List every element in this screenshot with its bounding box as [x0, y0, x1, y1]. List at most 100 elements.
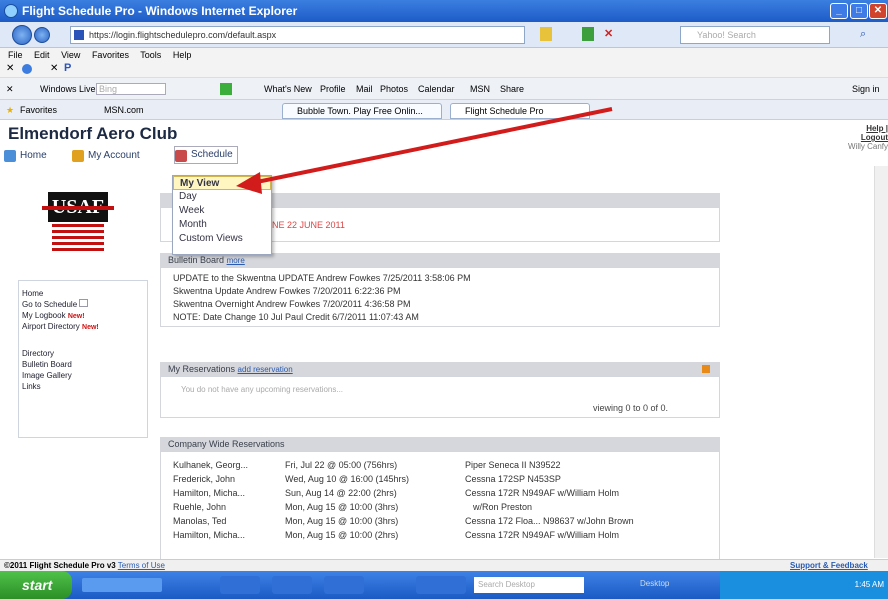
- msn-favorite-link[interactable]: MSN.com: [104, 100, 144, 120]
- maximize-button[interactable]: □: [850, 3, 868, 19]
- res-aircraft: Cessna 172R N949AF w/William Holm: [465, 488, 620, 498]
- reservations-title: My Reservations: [168, 364, 236, 374]
- res-aircraft: Piper Seneca II N39522: [465, 460, 561, 470]
- photos-link[interactable]: Photos: [380, 78, 408, 100]
- reservations-panel: You do not have any upcoming reservation…: [160, 376, 720, 418]
- menu-month[interactable]: Month: [173, 218, 271, 232]
- star-icon: ★: [6, 105, 15, 115]
- mail-link[interactable]: Mail: [356, 78, 373, 100]
- calendar-icon: [175, 150, 187, 162]
- calendar-link[interactable]: Calendar: [418, 78, 455, 100]
- close-icon[interactable]: ✕: [6, 78, 14, 100]
- sidebar-item-directory[interactable]: Directory: [22, 348, 147, 359]
- club-name: Elmendorf Aero Club: [8, 124, 178, 143]
- res-aircraft: Cessna 172 Floa... N98637 w/John Brown: [465, 516, 634, 526]
- clock: 1:45 AM: [854, 580, 884, 589]
- address-toolbar: https://login.flightschedulepro.com/defa…: [0, 22, 888, 48]
- sign-in-link[interactable]: Sign in: [852, 78, 880, 100]
- nav-my-account[interactable]: My Account: [72, 146, 140, 166]
- close-icon[interactable]: ✕: [6, 63, 14, 74]
- sidebar-item-airport-directory[interactable]: Airport Directory New!: [22, 321, 147, 332]
- res-when: Sun, Aug 14 @ 22:00 (2hrs): [285, 488, 397, 498]
- search-input[interactable]: Yahoo! Search: [680, 26, 830, 44]
- sidebar-item-home[interactable]: Home: [22, 288, 147, 299]
- desktop-toolbar[interactable]: Desktop: [640, 579, 669, 588]
- menu-day[interactable]: Day: [173, 190, 271, 204]
- bing-icon[interactable]: P: [64, 62, 71, 74]
- search-go-icon[interactable]: [220, 83, 232, 95]
- whats-new-link[interactable]: What's New: [264, 78, 312, 100]
- calendar-icon: [79, 299, 89, 307]
- stop-icon[interactable]: ✕: [604, 27, 616, 41]
- menu-file[interactable]: File: [8, 50, 23, 60]
- company-header: Company Wide Reservations: [160, 437, 720, 451]
- menu-custom-views[interactable]: Custom Views: [173, 232, 271, 246]
- system-tray: 1:45 AM: [720, 571, 888, 599]
- sidebar-item-bulletin[interactable]: Bulletin Board: [22, 359, 147, 370]
- menu-bar: File Edit View Favorites Tools Help: [0, 48, 888, 62]
- sidebar-item-airport-label: Airport Directory: [22, 322, 80, 331]
- bulletin-post[interactable]: Skwentna Update Andrew Fowkes 7/20/2011 …: [161, 285, 719, 298]
- add-reservation-link[interactable]: add reservation: [238, 365, 293, 374]
- sidebar-item-gallery[interactable]: Image Gallery: [22, 370, 147, 381]
- menu-help[interactable]: Help: [173, 50, 192, 60]
- bulletin-post[interactable]: NOTE: Date Change 10 Jul Paul Credit 6/7…: [161, 311, 719, 324]
- tab-bubble-town[interactable]: Bubble Town. Play Free Onlin...: [282, 103, 442, 119]
- bulletin-more-link[interactable]: more: [227, 256, 245, 265]
- close-button[interactable]: ✕: [869, 3, 887, 19]
- forward-button[interactable]: [34, 27, 50, 43]
- profile-link[interactable]: Profile: [320, 78, 346, 100]
- help-logout[interactable]: Help | Logout: [838, 124, 888, 142]
- favorites-button[interactable]: Favorites: [20, 100, 57, 120]
- footer: ©2011 Flight Schedule Pro v3 Terms of Us…: [0, 559, 888, 571]
- taskbar-button[interactable]: [220, 576, 260, 594]
- quick-launch[interactable]: [82, 578, 162, 592]
- sidebar-item-links[interactable]: Links: [22, 381, 147, 392]
- menu-my-view[interactable]: My View: [173, 176, 271, 190]
- taskbar-button[interactable]: [272, 576, 312, 594]
- refresh-icon[interactable]: [582, 27, 594, 41]
- desktop-search-input[interactable]: Search Desktop: [474, 577, 584, 593]
- taskbar-button[interactable]: [324, 576, 364, 594]
- search-placeholder: Yahoo! Search: [697, 30, 756, 40]
- sidebar-item-schedule[interactable]: Go to Schedule: [22, 299, 147, 310]
- res-name: Manolas, Ted: [173, 516, 227, 526]
- windows-live-link[interactable]: Windows Live: [40, 78, 96, 100]
- menu-week[interactable]: Week: [173, 204, 271, 218]
- taskbar-button[interactable]: [416, 576, 466, 594]
- menu-edit[interactable]: Edit: [34, 50, 50, 60]
- nav-schedule-label: Schedule: [191, 149, 233, 160]
- globe-icon[interactable]: [22, 64, 32, 74]
- search-icon[interactable]: ⌕: [860, 28, 866, 41]
- share-link[interactable]: Share: [500, 78, 524, 100]
- reservations-count: viewing 0 to 0 of 0.: [593, 403, 669, 413]
- res-when: Mon, Aug 15 @ 10:00 (3hrs): [285, 502, 399, 512]
- user-icon: [72, 150, 84, 162]
- menu-favorites[interactable]: Favorites: [92, 50, 129, 60]
- terms-link[interactable]: Terms of Use: [118, 561, 165, 570]
- address-input[interactable]: https://login.flightschedulepro.com/defa…: [70, 26, 525, 44]
- announcement-date: JUNE 22 JUNE 2011: [261, 220, 345, 230]
- nav-home[interactable]: Home: [4, 146, 47, 166]
- favorites-bar: ★ Favorites MSN.com Bubble Town. Play Fr…: [0, 100, 888, 120]
- menu-tools[interactable]: Tools: [140, 50, 161, 60]
- bulletin-header: Bulletin Board more: [160, 253, 720, 267]
- page-scrollbar[interactable]: [874, 166, 888, 558]
- bulletin-panel: UPDATE to the Skwentna UPDATE Andrew Fow…: [160, 267, 720, 327]
- close-icon[interactable]: ✕: [50, 63, 58, 74]
- start-button[interactable]: start: [0, 571, 72, 599]
- tab-flight-schedule[interactable]: Flight Schedule Pro: [450, 103, 590, 119]
- msn-link[interactable]: MSN: [470, 78, 490, 100]
- res-name: Hamilton, Micha...: [173, 530, 246, 540]
- bulletin-post[interactable]: Skwentna Overnight Andrew Fowkes 7/20/20…: [161, 298, 719, 311]
- minimize-button[interactable]: _: [830, 3, 848, 19]
- res-aircraft: w/Ron Preston: [473, 502, 533, 512]
- sidebar-item-logbook[interactable]: My Logbook New!: [22, 310, 147, 321]
- back-button[interactable]: [12, 25, 32, 45]
- nav-schedule[interactable]: Schedule: [174, 146, 238, 164]
- menu-view[interactable]: View: [61, 50, 80, 60]
- reservations-empty: You do not have any upcoming reservation…: [181, 385, 344, 394]
- bulletin-post[interactable]: UPDATE to the Skwentna UPDATE Andrew Fow…: [161, 272, 719, 285]
- rss-icon[interactable]: [702, 365, 710, 373]
- bing-search-input[interactable]: Bing: [96, 83, 166, 95]
